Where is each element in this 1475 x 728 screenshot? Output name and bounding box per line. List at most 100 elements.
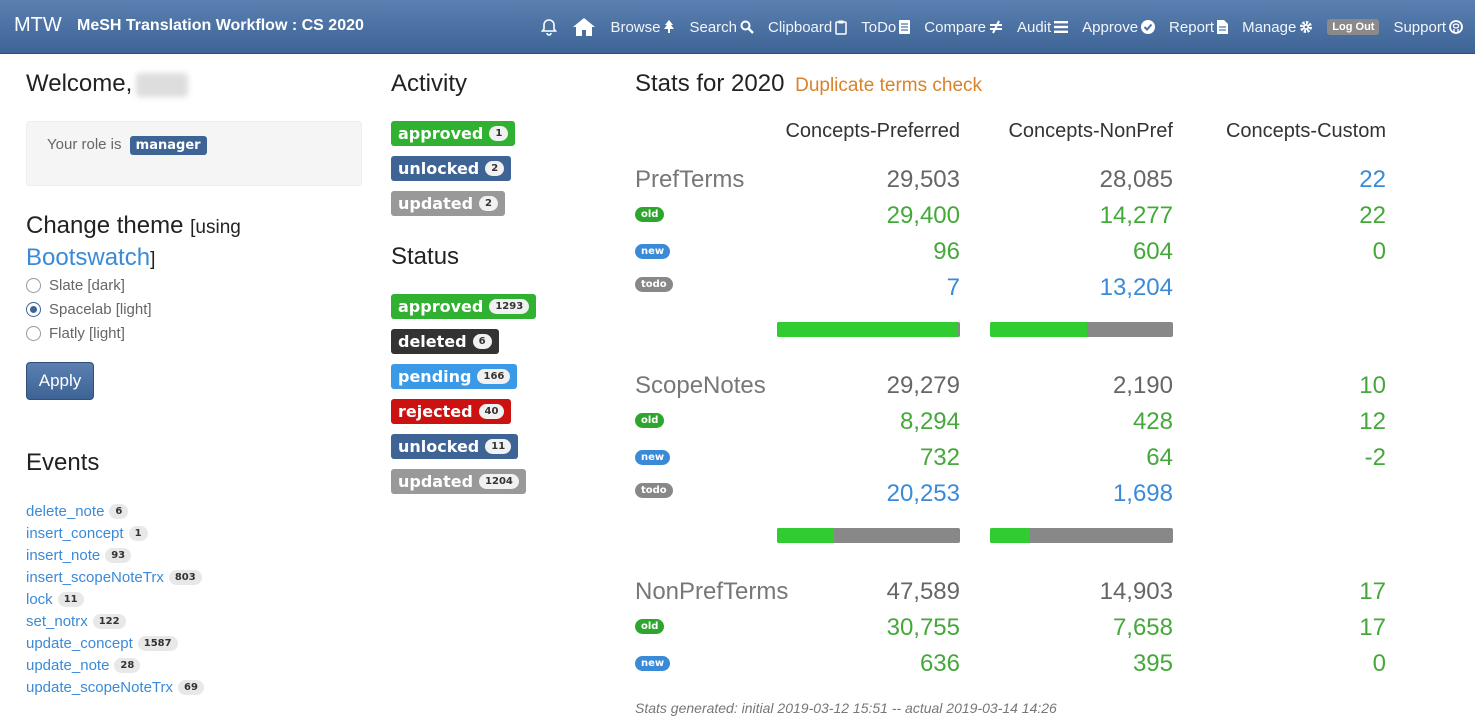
- new-badge: new: [635, 244, 671, 259]
- event-link[interactable]: insert_concept: [26, 525, 124, 542]
- stat-value: 12: [1359, 408, 1386, 435]
- nav-support[interactable]: Support: [1393, 19, 1463, 36]
- file-icon: [1217, 20, 1229, 34]
- stat-value: 604: [1132, 238, 1173, 265]
- stat-value: 96: [933, 238, 960, 265]
- scopenotes-label: ScopeNotes: [635, 372, 766, 399]
- list-item: delete_note 6: [26, 500, 204, 522]
- nav-clipboard[interactable]: Clipboard: [768, 19, 847, 36]
- home-icon[interactable]: [572, 17, 596, 37]
- status-updated[interactable]: updated 1204: [391, 469, 526, 494]
- progress-bar: [990, 322, 1173, 337]
- github-icon: [1449, 20, 1463, 34]
- progress-bar: [990, 528, 1173, 543]
- col-header-custom: Concepts-Custom: [1225, 120, 1386, 142]
- theme-option-flatly[interactable]: Flatly [light]: [26, 325, 125, 342]
- activity-approved[interactable]: approved 1: [391, 121, 516, 146]
- bootswatch-link[interactable]: Bootswatch: [26, 244, 150, 271]
- activity-unlocked[interactable]: unlocked 2: [391, 156, 512, 181]
- stat-value: 8,294: [899, 408, 960, 435]
- search-icon: [740, 20, 754, 34]
- nav-report[interactable]: Report: [1169, 19, 1229, 36]
- old-badge: old: [635, 207, 665, 222]
- stat-value: 636: [919, 650, 960, 677]
- new-badge: new: [635, 450, 671, 465]
- todo-badge: todo: [635, 483, 673, 498]
- list-item: insert_concept 1: [26, 522, 204, 544]
- status-unlocked[interactable]: unlocked 11: [391, 434, 519, 459]
- list-item: update_concept 1587: [26, 632, 204, 654]
- stat-value: 22: [1359, 202, 1386, 229]
- radio-slate[interactable]: [26, 278, 41, 293]
- activity-list: approved 1 unlocked 2 updated 2: [391, 121, 516, 226]
- stat-value[interactable]: 20,253: [780, 480, 960, 508]
- col-header-nonpref: Concepts-NonPref: [1008, 120, 1173, 142]
- list-doc-icon: [899, 20, 911, 34]
- event-link[interactable]: update_note: [26, 657, 109, 674]
- nav-todo[interactable]: ToDo: [861, 19, 911, 36]
- blurred-username: [136, 72, 189, 97]
- check-circle-icon: [1141, 20, 1156, 34]
- progress-bar: [777, 528, 960, 543]
- apply-button[interactable]: Apply: [26, 362, 94, 400]
- event-link[interactable]: set_notrx: [26, 613, 88, 630]
- role-panel: Your role is manager: [26, 121, 362, 186]
- not-equal-icon: [989, 20, 1002, 34]
- nav-manage[interactable]: Manage: [1242, 19, 1313, 36]
- event-link[interactable]: update_concept: [26, 635, 133, 652]
- nonprefterms-label: NonPrefTerms: [635, 578, 789, 605]
- event-link[interactable]: insert_note: [26, 547, 100, 564]
- radio-flatly[interactable]: [26, 326, 41, 341]
- duplicate-terms-link[interactable]: Duplicate terms check: [795, 75, 982, 96]
- stat-value: 47,589: [886, 578, 960, 605]
- radio-spacelab[interactable]: [26, 302, 41, 317]
- event-link[interactable]: lock: [26, 591, 53, 608]
- nav-browse[interactable]: Browse: [610, 19, 675, 36]
- stat-value: 29,400: [886, 202, 960, 229]
- todo-badge: todo: [635, 277, 673, 292]
- nav-search[interactable]: Search: [689, 19, 754, 36]
- list-item: insert_note 93: [26, 544, 204, 566]
- nav-audit[interactable]: Audit: [1017, 19, 1069, 36]
- stat-value: 0: [1372, 650, 1386, 677]
- nav-compare[interactable]: Compare: [924, 19, 1003, 36]
- count-badge: 122: [92, 613, 126, 629]
- role-badge: manager: [129, 136, 207, 155]
- status-deleted[interactable]: deleted 6: [391, 329, 499, 354]
- count-badge: 1: [128, 525, 148, 541]
- theme-option-slate[interactable]: Slate [dark]: [26, 277, 125, 294]
- count-badge: 11: [57, 591, 84, 607]
- stat-value: 2,190: [1112, 372, 1173, 399]
- activity-updated[interactable]: updated 2: [391, 191, 506, 216]
- stat-value: 17: [1359, 578, 1386, 605]
- stat-value: 428: [1132, 408, 1173, 435]
- event-link[interactable]: delete_note: [26, 503, 104, 520]
- stat-value: -2: [1364, 444, 1386, 471]
- logout-button[interactable]: Log Out: [1327, 19, 1380, 35]
- brand[interactable]: MTW: [14, 14, 62, 37]
- event-link[interactable]: insert_scopeNoteTrx: [26, 569, 164, 586]
- notifications-bell-icon[interactable]: [540, 18, 558, 36]
- status-heading: Status: [391, 243, 460, 270]
- stat-value: 14,277: [1099, 202, 1173, 229]
- stat-value: 30,755: [886, 614, 960, 641]
- stat-value[interactable]: 1,698: [993, 480, 1173, 508]
- old-badge: old: [635, 413, 665, 428]
- status-rejected[interactable]: rejected 40: [391, 399, 512, 424]
- list-item: insert_scopeNoteTrx 803: [26, 566, 204, 588]
- stat-value[interactable]: 22: [1206, 166, 1386, 194]
- status-approved[interactable]: approved 1293: [391, 294, 537, 319]
- stat-value: 29,279: [886, 372, 960, 399]
- stat-value: 395: [1132, 650, 1173, 677]
- theme-option-spacelab[interactable]: Spacelab [light]: [26, 301, 152, 318]
- count-badge: 28: [114, 657, 141, 673]
- stat-value: 7,658: [1112, 614, 1173, 641]
- app-title[interactable]: MeSH Translation Workflow : CS 2020: [77, 17, 364, 35]
- stat-value: 732: [919, 444, 960, 471]
- count-badge: 6: [109, 503, 129, 519]
- event-link[interactable]: update_scopeNoteTrx: [26, 679, 173, 696]
- stat-value[interactable]: 7: [780, 274, 960, 302]
- nav-approve[interactable]: Approve: [1082, 19, 1156, 36]
- stat-value[interactable]: 13,204: [993, 274, 1173, 302]
- status-pending[interactable]: pending 166: [391, 364, 518, 389]
